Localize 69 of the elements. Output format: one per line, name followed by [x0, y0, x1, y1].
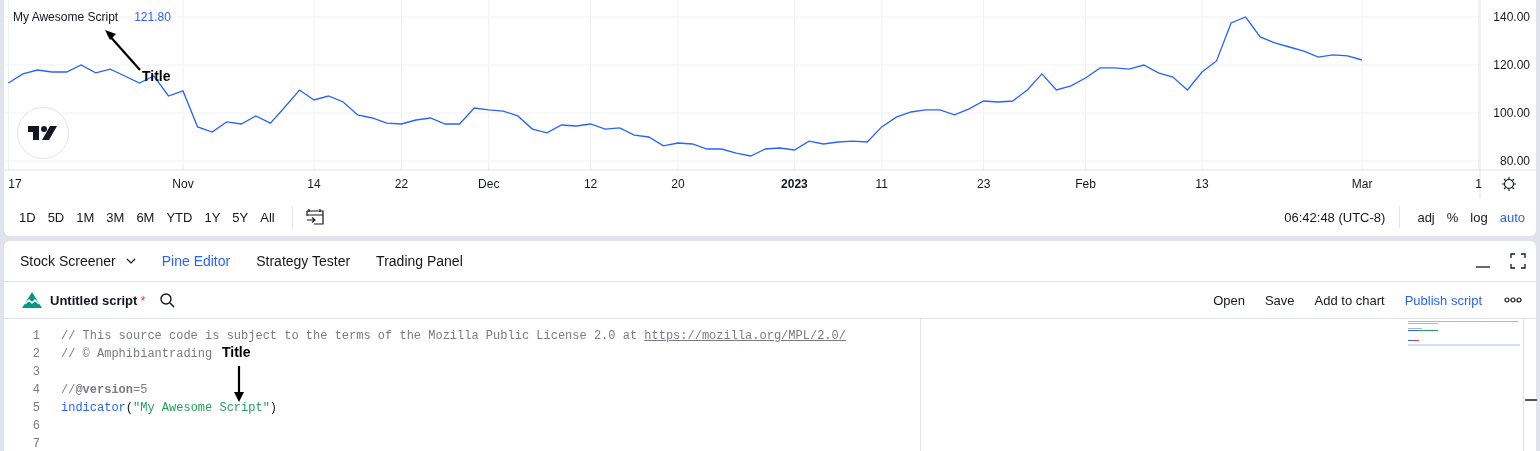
time-axis-label: 11 — [875, 177, 888, 191]
indicator-title: My Awesome Script — [13, 10, 119, 24]
time-axis-label: 12 — [583, 177, 598, 191]
scale-toggle[interactable]: log — [1465, 205, 1493, 229]
settings-icon[interactable] — [1501, 176, 1517, 192]
range-button[interactable]: 1M — [71, 205, 100, 229]
code-line: indicator("My Awesome Script") — [61, 400, 278, 417]
line-number: 3 — [31, 364, 41, 381]
toolbar-action[interactable]: Open — [1205, 288, 1253, 312]
line-number: 4 — [31, 382, 41, 399]
search-icon[interactable] — [159, 292, 176, 308]
time-axis-label: 14 — [307, 177, 321, 191]
toolbar-action[interactable]: Publish script — [1396, 288, 1490, 312]
price-axis-label: 140.00 — [1493, 10, 1530, 24]
range-button[interactable]: YTD — [161, 205, 198, 229]
line-number: 6 — [31, 418, 41, 435]
range-button[interactable]: 6M — [131, 205, 160, 229]
indicator-value: 121.80 — [134, 10, 171, 24]
time-axis-label: 2023 — [781, 177, 808, 191]
clock-text: 06:42:48 (UTC-8) — [1284, 209, 1386, 225]
maximize-icon[interactable] — [1510, 253, 1526, 269]
toolbar-action[interactable]: Add to chart — [1306, 288, 1393, 312]
range-button[interactable]: 5D — [42, 205, 70, 229]
price-axis-label: 120.00 — [1493, 58, 1530, 72]
time-axis-label: 23 — [976, 177, 991, 191]
range-button[interactable]: 1Y — [199, 205, 226, 229]
range-button[interactable]: 5Y — [227, 205, 254, 229]
panel-tab[interactable]: Stock Screener — [10, 247, 146, 275]
time-axis-label: 20 — [671, 177, 685, 191]
range-button[interactable]: 1D — [14, 205, 41, 229]
code-line: // This source code is subject to the terms of the Mozilla Public License 2.0 at https://mozilla.org/MPL/2.0/ — [61, 328, 846, 345]
line-number: 7 — [31, 436, 41, 451]
unsaved-mark: * — [140, 292, 146, 308]
annotation-label: Title — [222, 344, 251, 360]
calendar-icon[interactable] — [304, 208, 325, 226]
scale-toggle[interactable]: adj — [1412, 205, 1440, 229]
time-axis-label: 17 — [8, 177, 22, 191]
time-axis-label: 1 — [1475, 177, 1482, 191]
more-icon[interactable] — [1504, 297, 1522, 303]
annotation-label: Title — [142, 68, 171, 84]
range-button[interactable]: All — [255, 205, 280, 229]
toolbar-action[interactable]: Save — [1256, 288, 1303, 312]
time-axis-label: Nov — [172, 177, 194, 191]
line-number: 1 — [31, 328, 41, 345]
panel-tab[interactable]: Strategy Tester — [246, 247, 361, 275]
line-number: 2 — [31, 346, 41, 363]
scrollbar[interactable] — [1523, 319, 1536, 451]
range-button[interactable]: 3M — [101, 205, 130, 229]
logo-icon — [28, 125, 58, 141]
panel-tab[interactable]: Pine Editor — [151, 247, 241, 275]
logo-badge[interactable] — [17, 107, 69, 159]
code-line: //@version=5 — [61, 382, 148, 399]
price-axis-label: 80.00 — [1499, 154, 1530, 168]
time-axis-label: Dec — [478, 177, 500, 191]
time-axis-label: 13 — [1195, 177, 1209, 191]
time-axis-label: Mar — [1351, 177, 1373, 191]
time-axis-label: 22 — [394, 177, 409, 191]
mountain-icon — [22, 292, 42, 308]
panel-tab[interactable]: Trading Panel — [366, 247, 473, 275]
time-axis-label: Feb — [1075, 177, 1096, 191]
line-number: 5 — [31, 400, 41, 417]
scale-toggle[interactable]: auto — [1494, 205, 1530, 229]
annotation-arrow — [104, 28, 144, 72]
code-line: // © Amphibiantrading — [61, 346, 213, 363]
annotation-arrow — [233, 364, 245, 403]
script-name[interactable]: Untitled script — [50, 292, 138, 308]
scale-toggle[interactable]: % — [1441, 205, 1464, 229]
price-axis-label: 100.00 — [1493, 106, 1530, 120]
code-link[interactable]: https://mozilla.org/MPL/2.0/ — [644, 329, 846, 343]
